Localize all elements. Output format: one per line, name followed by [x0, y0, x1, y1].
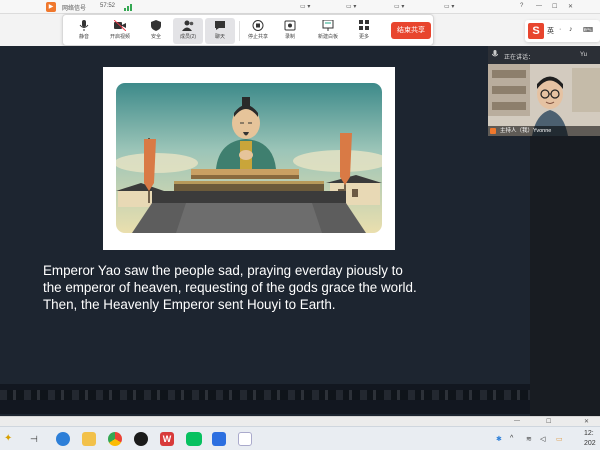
video-name-bar: 主持人（我）Yvonne: [488, 126, 600, 136]
camera-icon: [114, 20, 126, 31]
help-icon[interactable]: ?: [520, 3, 523, 9]
participant-video[interactable]: 主持人（我）Yvonne: [488, 64, 600, 136]
meeting-toolbar: 静音 开启视频 安全 成员(2) 聊天 停止共享 录制 新建白板 更多 结束共享: [62, 14, 434, 46]
status-restore-icon[interactable]: ☐: [546, 418, 551, 425]
speaking-label: 正在讲话：: [504, 55, 535, 61]
network-label: 网络信号: [62, 6, 87, 12]
sparkle-icon[interactable]: ✦: [4, 432, 18, 446]
input-method-tray[interactable]: S 英 · ♪ ⌨: [525, 20, 600, 42]
tencent-meeting-taskbar-icon[interactable]: [238, 432, 252, 446]
status-minimize-icon[interactable]: —: [514, 418, 520, 424]
strip-control-a[interactable]: ▭ ▾: [300, 3, 310, 10]
widgets-icon[interactable]: ⊣: [30, 432, 44, 446]
host-icon: [490, 128, 496, 134]
security-label: 安全: [150, 34, 161, 40]
share-screen-icon: [252, 20, 264, 31]
stop-share-label: 停止共享: [247, 34, 268, 40]
clock-time[interactable]: 12:: [584, 430, 594, 437]
chevron-up-icon[interactable]: ^: [510, 435, 513, 442]
chat-icon: [215, 21, 225, 30]
clock-date[interactable]: 202: [584, 440, 596, 447]
whiteboard-icon: [322, 20, 334, 31]
volume-icon[interactable]: ◁: [540, 435, 545, 443]
tray-item-voice[interactable]: ♪: [569, 26, 573, 33]
grid-icon: [359, 20, 369, 30]
chrome-icon[interactable]: [108, 432, 122, 446]
video-label: 开启视频: [109, 34, 130, 40]
chat-button[interactable]: 聊天: [205, 18, 235, 44]
qq-icon[interactable]: [134, 432, 148, 446]
more-label: 更多: [358, 34, 369, 40]
members-button[interactable]: 成员(2): [173, 18, 203, 44]
window-top-strip: ▶ 网络信号 57:52 ▭ ▾ ▭ ▾ ▭ ▾ ▭ ▾ ? — ☐ ✕: [0, 0, 600, 14]
meeting-taskbar-icon[interactable]: [212, 432, 226, 446]
video-button[interactable]: 开启视频: [105, 18, 135, 44]
chat-label: 聊天: [214, 34, 225, 40]
speaking-name: Yu: [580, 52, 588, 58]
record-label: 录制: [284, 34, 295, 40]
tray-item-dot[interactable]: ·: [559, 26, 561, 33]
end-share-button[interactable]: 结束共享: [391, 22, 431, 39]
meeting-timer: 57:52: [100, 3, 116, 9]
microphone-icon: [79, 20, 89, 31]
status-close-icon[interactable]: ✕: [584, 418, 589, 425]
whiteboard-button[interactable]: 新建白板: [313, 18, 343, 44]
security-button[interactable]: 安全: [141, 18, 171, 44]
shield-icon: [151, 20, 161, 31]
bluetooth-icon[interactable]: ✱: [496, 435, 502, 443]
mute-button[interactable]: 静音: [69, 18, 99, 44]
mute-label: 静音: [78, 34, 89, 40]
wechat-icon[interactable]: [186, 432, 202, 446]
members-icon: [182, 20, 194, 31]
strip-control-b[interactable]: ▭ ▾: [346, 3, 356, 10]
tencent-meeting-icon: ▶: [46, 2, 56, 12]
caption-line-1: Emperor Yao saw the people sad, praying …: [43, 263, 403, 278]
record-icon: [284, 20, 296, 31]
slide-illustration: [103, 67, 395, 250]
whiteboard-label: 新建白板: [317, 34, 338, 40]
members-label: 成员(2): [179, 34, 197, 40]
microphone-icon: [492, 50, 498, 57]
minimize-icon[interactable]: —: [536, 3, 542, 9]
stop-share-button[interactable]: 停止共享: [243, 18, 273, 44]
maximize-icon[interactable]: ☐: [552, 3, 557, 10]
app-status-bar: — ☐ ✕: [0, 416, 600, 426]
tray-item-keyboard[interactable]: ⌨: [583, 26, 593, 34]
edge-browser-icon[interactable]: [56, 432, 70, 446]
emperor-yao-illustration: [116, 83, 382, 233]
tray-item-lang[interactable]: 英: [547, 26, 554, 36]
file-explorer-icon[interactable]: [82, 432, 96, 446]
record-button[interactable]: 录制: [275, 18, 305, 44]
slide-bottom-strip: [0, 384, 530, 414]
network-icon[interactable]: ≋: [526, 435, 532, 443]
signal-icon: [124, 4, 134, 11]
strip-control-c[interactable]: ▭ ▾: [394, 3, 404, 10]
sogou-logo: S: [528, 23, 544, 39]
battery-icon[interactable]: ▭: [556, 435, 563, 443]
more-button[interactable]: 更多: [349, 18, 379, 44]
taskbar: ✦ ⊣ W ✱ ^ ≋ ◁ ▭ 12: 202: [0, 426, 600, 450]
speaking-bar: 正在讲话： Yu: [488, 46, 600, 64]
caption-line-2: the emperor of heaven, requesting of the…: [43, 280, 417, 295]
toolbar-divider: [239, 21, 240, 41]
caption-line-3: Then, the Heavenly Emperor sent Houyi to…: [43, 297, 336, 312]
strip-control-d[interactable]: ▭ ▾: [444, 3, 454, 10]
wps-icon[interactable]: W: [160, 432, 174, 446]
close-icon[interactable]: ✕: [568, 3, 573, 10]
participant-name: 主持人（我）Yvonne: [500, 128, 552, 134]
slide-caption: Emperor Yao saw the people sad, praying …: [43, 262, 493, 313]
